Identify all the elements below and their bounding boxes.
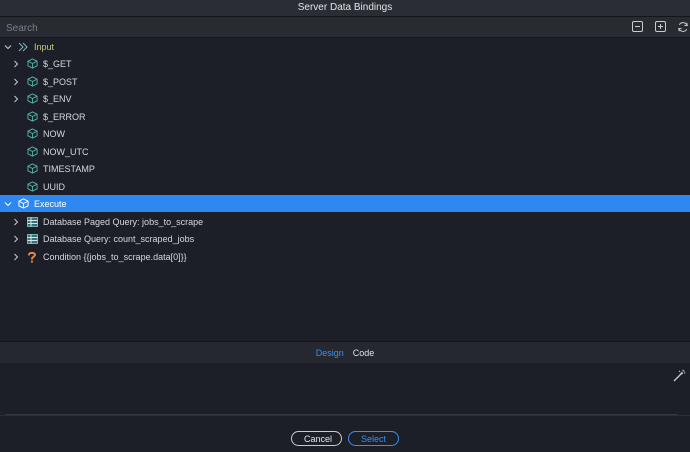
- tree-node-paged-query[interactable]: Database Paged Query: jobs_to_scrape: [0, 213, 690, 230]
- chevron-right-icon[interactable]: [12, 235, 20, 243]
- chevron-down-icon[interactable]: [4, 200, 12, 208]
- refresh-icon[interactable]: [676, 20, 689, 33]
- tree-node-now[interactable]: NOW: [0, 125, 690, 142]
- tree-node-label: $_ENV: [43, 93, 72, 104]
- tree-node-uuid[interactable]: UUID: [0, 178, 690, 195]
- tree-node-label: TIMESTAMP: [43, 163, 95, 174]
- tree-node-input[interactable]: Input: [0, 38, 690, 55]
- cube-icon: [26, 181, 38, 193]
- plus-square-icon[interactable]: [654, 20, 667, 33]
- cube-icon: [26, 111, 38, 123]
- tree-node-now-utc[interactable]: NOW_UTC: [0, 143, 690, 160]
- tree-node-label: Database Paged Query: jobs_to_scrape: [43, 216, 204, 227]
- tree-node-label: UUID: [43, 181, 65, 192]
- select-button[interactable]: Select: [348, 431, 399, 446]
- tree-node-timestamp[interactable]: TIMESTAMP: [0, 160, 690, 177]
- tree-node-label: Condition {{jobs_to_scrape.data[0]}}: [43, 251, 187, 262]
- tree-node-label: $_GET: [43, 58, 72, 69]
- chevron-right-icon[interactable]: [12, 78, 20, 86]
- magic-wand-icon[interactable]: [672, 369, 686, 383]
- tree-node-count-query[interactable]: Database Query: count_scraped_jobs: [0, 230, 690, 247]
- chevron-down-icon[interactable]: [4, 43, 12, 51]
- tree-node-condition[interactable]: Condition {{jobs_to_scrape.data[0]}}: [0, 248, 690, 265]
- tree-node-get[interactable]: $_GET: [0, 55, 690, 72]
- table-icon: [26, 233, 38, 245]
- window-title: Server Data Bindings: [0, 0, 690, 17]
- question-icon: [26, 251, 38, 263]
- chevron-right-icon[interactable]: [12, 253, 20, 261]
- cube-icon: [26, 163, 38, 175]
- tree-node-env[interactable]: $_ENV: [0, 90, 690, 107]
- minus-square-icon[interactable]: [631, 20, 644, 33]
- cancel-button[interactable]: Cancel: [291, 431, 342, 446]
- tree-node-label: Input: [34, 41, 55, 52]
- expression-editor[interactable]: [0, 363, 690, 416]
- cube-icon: [26, 93, 38, 105]
- cube-icon: [26, 58, 38, 70]
- chevron-right-icon[interactable]: [12, 95, 20, 103]
- tree-node-label: NOW_UTC: [43, 146, 89, 157]
- editor-underline: [6, 414, 678, 415]
- tree-node-label: NOW: [43, 128, 65, 139]
- double-chevron-icon: [17, 41, 29, 53]
- editor-tabs: Design Code: [0, 341, 690, 364]
- tree-node-label: $_POST: [43, 76, 78, 87]
- tree-node-label: Database Query: count_scraped_jobs: [43, 233, 195, 244]
- search-input[interactable]: [4, 19, 528, 37]
- chevron-right-icon[interactable]: [12, 218, 20, 226]
- bindings-tree: Input $_GET $_POST $_ENV $_ERROR NOW NOW…: [0, 38, 690, 338]
- cube-icon: [26, 128, 38, 140]
- cube-icon: [26, 146, 38, 158]
- dialog-footer: Cancel Select: [0, 425, 690, 452]
- cube-icon: [26, 76, 38, 88]
- tree-node-execute[interactable]: Execute: [0, 195, 690, 212]
- chevron-right-icon[interactable]: [12, 60, 20, 68]
- cube-icon: [17, 198, 29, 210]
- tab-design[interactable]: Design: [316, 348, 344, 358]
- tree-node-label: $_ERROR: [43, 111, 86, 122]
- search-bar: [0, 17, 690, 38]
- tree-node-label: Execute: [34, 198, 67, 209]
- tab-code[interactable]: Code: [353, 348, 375, 358]
- table-icon: [26, 216, 38, 228]
- tree-node-error[interactable]: $_ERROR: [0, 108, 690, 125]
- tree-node-post[interactable]: $_POST: [0, 73, 690, 90]
